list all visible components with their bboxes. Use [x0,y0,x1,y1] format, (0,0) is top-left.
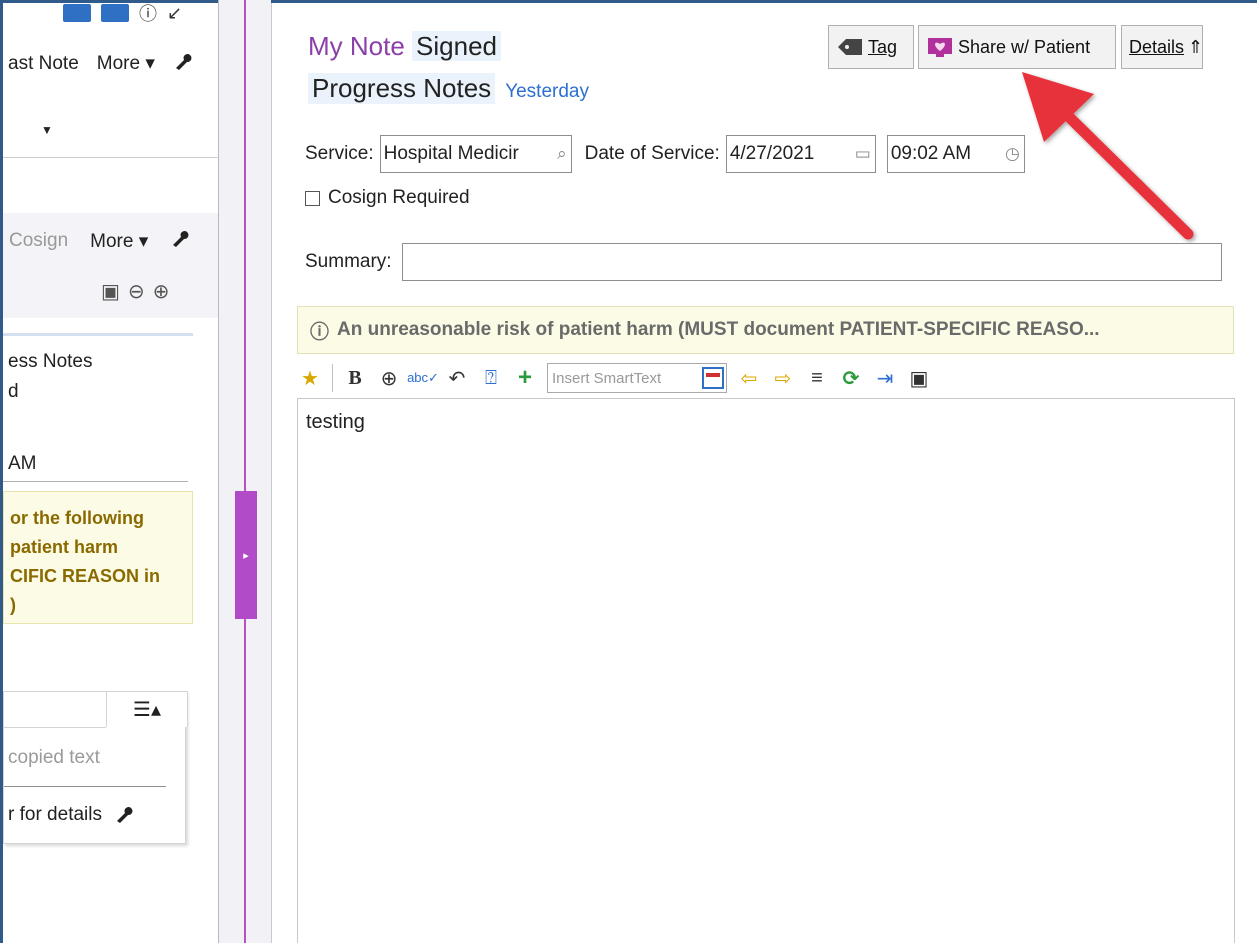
note-title: My Note Signed [308,31,502,62]
note-title-prefix: My Note [308,31,405,61]
list-arrow-icon[interactable]: ≡ [805,366,829,390]
clock-icon[interactable]: ◷ [1005,144,1020,164]
summary-input[interactable] [401,243,1222,281]
share-label: Share w/ Patient [958,36,1091,57]
insert-smarttext-input[interactable]: Insert SmartText [547,363,727,393]
help-field-icon[interactable]: ⍰ [479,366,503,390]
warning-line: ) [10,595,16,615]
left-panel: ⓘ ↙ ast Note More ▾ ▼ Cosign More ▾ ▣ ⊖ … [3,3,218,943]
arrow-left-icon[interactable]: ⇦ [737,366,761,390]
copy-icon[interactable]: ▣ [101,279,120,304]
add-icon[interactable]: + [513,364,537,391]
warning-line: patient harm [10,537,119,557]
more-menu-2[interactable]: More ▾ [90,230,148,253]
gutter-line [244,0,246,943]
service-value: Hospital Medicir [383,143,519,164]
undo-icon[interactable]: ↶ [445,366,469,390]
share-patient-icon [928,38,952,57]
time-input[interactable]: 09:02 AM ◷ [886,135,1025,173]
time-value: 09:02 AM [890,143,972,164]
divider [4,786,166,787]
star-icon[interactable]: ★ [298,366,322,390]
note-text-editor[interactable]: testing [297,398,1235,943]
red-annotation-arrow [1022,72,1194,240]
left-top-icons: ⓘ ↙ [63,3,182,26]
copied-text-card: ☰▴ copied text r for details [3,691,188,844]
wrench-icon[interactable] [173,51,193,76]
list-options-icon[interactable]: ☰▴ [106,691,188,727]
toolbar-separator [332,364,333,392]
divider [3,157,218,158]
date-of-service-input[interactable]: 4/27/2021 ▭ [725,135,876,173]
note-time-text: AM [8,453,37,474]
info-badge-icon[interactable] [101,4,129,22]
note-body-text: testing [306,411,365,433]
warning-box: or the following patient harm CIFIC REAS… [3,491,193,624]
editor-toolbar: ★ B ⊕ abc✓ ↶ ⍰ + Insert SmartText ⇦ ⇨ ≡ … [298,360,931,396]
summary-row: Summary: [305,243,1222,281]
tag-icon [838,39,862,55]
copied-text-placeholder[interactable]: copied text [8,747,100,769]
import-icon[interactable]: ⇥ [873,366,897,390]
note-status-text: d [8,381,19,402]
left-toolbar-2: Cosign More ▾ [9,228,190,254]
warning-line: CIFIC REASON in [10,566,161,586]
note-editor-panel: My Note Signed Progress Notes Yesterday … [271,3,1257,943]
zoom-in-icon[interactable]: ⊕ [153,279,170,304]
calendar-icon[interactable]: ▭ [855,144,871,164]
note-type: Progress Notes [308,73,496,104]
selection-line [3,333,193,336]
date-of-service-label: Date of Service: [584,143,720,164]
collapse-icon[interactable]: ↙ [167,3,182,24]
cosign-label: Cosign Required [328,187,470,208]
expand-panel-handle[interactable]: ▸ [235,491,257,619]
left-zoom-icons: ▣ ⊖ ⊕ [101,279,169,304]
details-text: r for details [8,804,102,825]
wrench-icon[interactable] [170,228,190,254]
more-menu-1[interactable]: More ▾ [97,52,155,75]
help-icon[interactable]: ⓘ [139,3,157,26]
mail-badge-icon[interactable] [63,4,91,22]
chevron-right-icon: ▸ [243,549,249,562]
harm-risk-banner[interactable]: ⓘ An unreasonable risk of patient harm (… [297,306,1234,354]
arrow-right-icon[interactable]: ⇨ [771,366,795,390]
divider [4,727,106,728]
date-value: 4/27/2021 [729,143,815,164]
left-toolbar-1: ast Note More ▾ [8,51,193,76]
divider [3,481,188,482]
chevron-double-up-icon: ⇑ [1188,36,1204,57]
cosign-row: Cosign Required [305,187,470,209]
details-label: Details [1129,36,1185,57]
wrench-icon[interactable] [114,804,134,830]
details-row: r for details [8,804,134,830]
zoom-in-icon[interactable]: ⊕ [377,366,401,390]
tag-label: Tag [868,36,898,57]
bold-icon[interactable]: B [343,366,367,390]
dropdown-caret-icon[interactable]: ▼ [41,123,53,137]
cosign-checkbox[interactable] [305,190,320,206]
spellcheck-icon[interactable]: abc✓ [407,366,439,390]
search-icon[interactable]: ⌕ [557,144,567,164]
last-note-button[interactable]: ast Note [8,53,79,75]
service-label: Service: [305,143,374,164]
note-date-link[interactable]: Yesterday [505,81,589,103]
warning-line: or the following [10,508,144,528]
service-date-row: Service: Hospital Medicir ⌕ Date of Serv… [305,135,1025,173]
smarttext-placeholder: Insert SmartText [552,369,662,387]
tag-button[interactable]: Tag [828,25,914,69]
banner-text: An unreasonable risk of patient harm (MU… [337,319,1100,340]
contact-card-icon[interactable]: ▣ [907,366,931,390]
cosign-button[interactable]: Cosign [9,230,68,252]
note-type-text: ess Notes [8,351,93,372]
summary-label: Summary: [305,251,392,272]
info-icon: ⓘ [310,321,330,343]
refresh-icon[interactable]: ⟳ [839,366,863,390]
smarttext-picker-icon[interactable] [702,367,724,389]
zoom-out-icon[interactable]: ⊖ [128,279,145,304]
note-subtitle: Progress Notes Yesterday [308,73,589,104]
note-status: Signed [412,31,502,61]
service-input[interactable]: Hospital Medicir ⌕ [379,135,572,173]
